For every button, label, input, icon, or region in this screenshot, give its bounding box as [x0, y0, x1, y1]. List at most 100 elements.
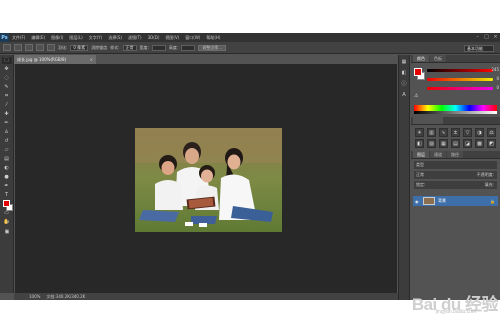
menu-item[interactable]: 图像(I) — [48, 33, 66, 42]
watermark-url: jingyan.baidu.com — [435, 309, 477, 315]
blue-slider[interactable] — [427, 87, 493, 90]
menu-item[interactable]: 选择(S) — [105, 33, 125, 42]
channel-mixer-icon[interactable]: ▦ — [439, 139, 448, 148]
canvas-area[interactable] — [15, 64, 397, 294]
invert-icon[interactable]: ◪ — [463, 139, 472, 148]
type-tool-icon[interactable]: T — [2, 192, 12, 199]
menu-item[interactable]: 视图(V) — [162, 33, 182, 42]
width-label: 宽度: — [139, 44, 149, 50]
menu-item[interactable]: 文字(Y) — [86, 33, 106, 42]
quick-mask-icon[interactable]: ◎ — [2, 219, 12, 226]
green-value[interactable]: 0 — [487, 76, 499, 81]
menu-item[interactable]: 帮助(H) — [203, 33, 223, 42]
layer-thumbnail — [423, 197, 435, 205]
intersect-selection-icon[interactable] — [47, 44, 55, 51]
layer-lock-icon: 🔒 — [490, 198, 495, 204]
menu-item[interactable]: 图层(L) — [66, 33, 85, 42]
brightness-icon[interactable]: ☀ — [415, 128, 424, 137]
tab-paths[interactable]: 路径 — [447, 151, 463, 158]
character-panel-icon[interactable]: A — [400, 91, 408, 99]
tab-adjustments[interactable] — [413, 117, 443, 124]
pen-tool-icon[interactable]: ✒ — [2, 183, 12, 190]
shape-tool-icon[interactable]: ▭ — [2, 210, 12, 217]
green-slider[interactable] — [427, 78, 493, 81]
tab-swatches[interactable]: 色板 — [430, 55, 446, 62]
workspace-select[interactable]: 基本功能 — [464, 45, 494, 52]
maximize-button[interactable]: □ — [484, 34, 489, 40]
tab-layers[interactable]: 图层 — [413, 151, 429, 158]
antialias-checkbox[interactable]: 消除锯齿 — [91, 45, 107, 51]
tab-channels[interactable]: 通道 — [430, 151, 446, 158]
red-value[interactable]: 245 — [487, 67, 499, 72]
new-selection-icon[interactable] — [14, 44, 22, 51]
red-slider[interactable] — [427, 69, 493, 72]
vibrance-icon[interactable]: ▽ — [463, 128, 472, 137]
layers-panel-header: 图层 通道 路径 — [411, 151, 500, 159]
right-panels: 颜色 色板 245 0 0 ⚠ ☀ ▥ ∿ ± ▽ ◑ ⚖ ◧ ▨ ▦ ▤ ◪ ▩ ◩ 图层 通道 路径 — [411, 55, 500, 300]
tab-color[interactable]: 颜色 — [413, 55, 429, 62]
move-tool-icon[interactable]: ✥ — [2, 66, 12, 73]
kind-filter-row[interactable]: 类型 — [414, 161, 497, 169]
add-selection-icon[interactable] — [25, 44, 33, 51]
exposure-icon[interactable]: ± — [451, 128, 460, 137]
threshold-icon[interactable]: ◩ — [487, 139, 496, 148]
stamp-tool-icon[interactable]: ♙ — [2, 129, 12, 136]
color-panel: 245 0 0 ⚠ — [411, 63, 500, 117]
color-panel-foreground[interactable] — [414, 68, 422, 76]
status-bar: 100% 文档:340.2K/340.2K — [14, 293, 398, 300]
lasso-tool-icon[interactable]: ◌ — [2, 75, 12, 82]
kind-filter[interactable]: 类型 — [416, 162, 424, 168]
gradient-tool-icon[interactable]: ▤ — [2, 156, 12, 163]
layer-background[interactable]: ◉ 背景 🔒 — [413, 196, 498, 206]
close-document-icon[interactable]: × — [90, 55, 93, 64]
zoom-level[interactable]: 100% — [29, 294, 40, 299]
lookup-icon[interactable]: ▤ — [451, 139, 460, 148]
eraser-tool-icon[interactable]: ▱ — [2, 147, 12, 154]
menu-item[interactable]: 文件(F) — [9, 33, 28, 42]
menu-bar: Ps 文件(F) 编辑(E) 图像(I) 图层(L) 文字(Y) 选择(S) 滤镜(T) 3D… — [0, 33, 500, 42]
hue-icon[interactable]: ◑ — [475, 128, 484, 137]
info-panel-icon[interactable]: ⓘ — [400, 80, 408, 88]
refine-edge-button[interactable]: 调整边缘... — [198, 44, 227, 51]
healing-tool-icon[interactable]: ✚ — [2, 111, 12, 118]
history-panel-icon[interactable]: ▦ — [400, 58, 408, 66]
screen-mode-icon[interactable]: ▣ — [2, 229, 12, 236]
marquee-tool-icon[interactable]: ⬚ — [1, 57, 12, 64]
menu-item[interactable]: 滤镜(T) — [125, 33, 145, 42]
subtract-selection-icon[interactable] — [36, 44, 44, 51]
adjustments-panel-header — [411, 117, 500, 125]
bw-icon[interactable]: ◧ — [415, 139, 424, 148]
menu-item[interactable]: 3D(D) — [145, 33, 163, 42]
blend-mode-select[interactable]: 正常 — [416, 172, 424, 178]
height-label: 高度: — [168, 44, 179, 50]
levels-icon[interactable]: ▥ — [427, 128, 436, 137]
feather-label: 羽化: — [58, 44, 68, 50]
menu-item[interactable]: 编辑(E) — [28, 33, 48, 42]
crop-tool-icon[interactable]: ⌗ — [2, 93, 12, 100]
photo-filter-icon[interactable]: ▨ — [427, 139, 436, 148]
width-input[interactable] — [151, 44, 166, 51]
menu-item[interactable]: 窗口(W) — [182, 33, 203, 42]
marquee-tool-preset-icon[interactable] — [3, 44, 11, 51]
visibility-eye-icon[interactable]: ◉ — [415, 199, 420, 204]
document-tab[interactable]: 成长.jpg @ 100%(RGB/8) × — [14, 55, 96, 64]
grayscale-ramp[interactable] — [414, 111, 497, 114]
properties-panel-icon[interactable]: ◧ — [400, 69, 408, 77]
height-input[interactable] — [181, 44, 196, 51]
blur-tool-icon[interactable]: ◐ — [2, 165, 12, 172]
curves-icon[interactable]: ∿ — [439, 128, 448, 137]
blue-value[interactable]: 0 — [487, 85, 499, 90]
foreground-color-swatch[interactable] — [3, 200, 10, 207]
quick-select-tool-icon[interactable]: ✎ — [2, 84, 12, 91]
feather-input[interactable]: 0 像素 — [70, 44, 89, 51]
style-select[interactable]: 正常 — [122, 44, 137, 51]
balance-icon[interactable]: ⚖ — [487, 128, 496, 137]
minimize-button[interactable]: – — [475, 34, 480, 40]
eyedropper-tool-icon[interactable]: ⁄ — [2, 102, 12, 109]
posterize-icon[interactable]: ▩ — [475, 139, 484, 148]
close-window-button[interactable]: × — [493, 34, 498, 40]
brush-tool-icon[interactable]: ✏ — [2, 120, 12, 127]
layer-name: 背景 — [438, 198, 446, 203]
history-brush-icon[interactable]: ↺ — [2, 138, 12, 145]
dodge-tool-icon[interactable]: ● — [2, 174, 12, 181]
